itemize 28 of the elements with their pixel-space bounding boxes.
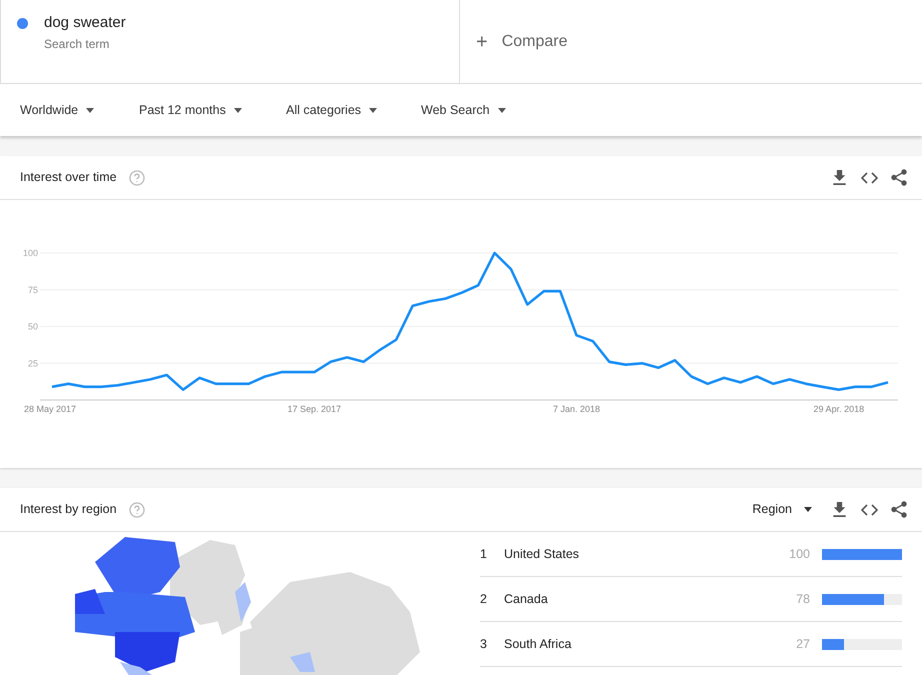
region-row[interactable]: 1 United States 100 (480, 532, 902, 577)
filter-dropdown[interactable]: All categories (286, 100, 421, 120)
help-icon (128, 170, 145, 186)
search-term[interactable]: dog sweater (44, 12, 126, 34)
panel-title: Interest by region (20, 501, 117, 518)
region-row[interactable]: 3 South Africa 27 (480, 622, 902, 667)
x-axis-label: 7 Jan. 2018 (553, 404, 600, 414)
y-axis-label: 25 (28, 358, 38, 368)
x-axis-label: 17 Sep. 2017 (288, 404, 342, 414)
term-caption: Search term (44, 36, 110, 52)
filter-dropdown[interactable]: Past 12 months (139, 100, 286, 120)
region-dropdown[interactable]: Region (752, 500, 812, 519)
filter-dropdown[interactable]: Web Search (421, 100, 541, 120)
plus-icon: + (476, 26, 488, 56)
x-axis-label: 29 Apr. 2018 (814, 404, 864, 414)
help-icon (128, 502, 145, 518)
compare-button[interactable]: + Compare (476, 26, 568, 56)
y-axis-label: 100 (22, 248, 38, 258)
x-axis-label: 28 May 2017 (24, 404, 76, 414)
caret-icon (498, 108, 506, 113)
caret-icon (86, 108, 94, 113)
caret-icon (369, 108, 378, 113)
filter-dropdown[interactable]: Worldwide (20, 100, 139, 120)
panel-title: Interest over time (20, 169, 117, 186)
y-axis-label: 50 (28, 322, 38, 332)
region-row[interactable]: 2 Canada 78 (480, 577, 902, 622)
caret-icon (234, 108, 242, 113)
y-axis-label: 75 (28, 284, 38, 295)
